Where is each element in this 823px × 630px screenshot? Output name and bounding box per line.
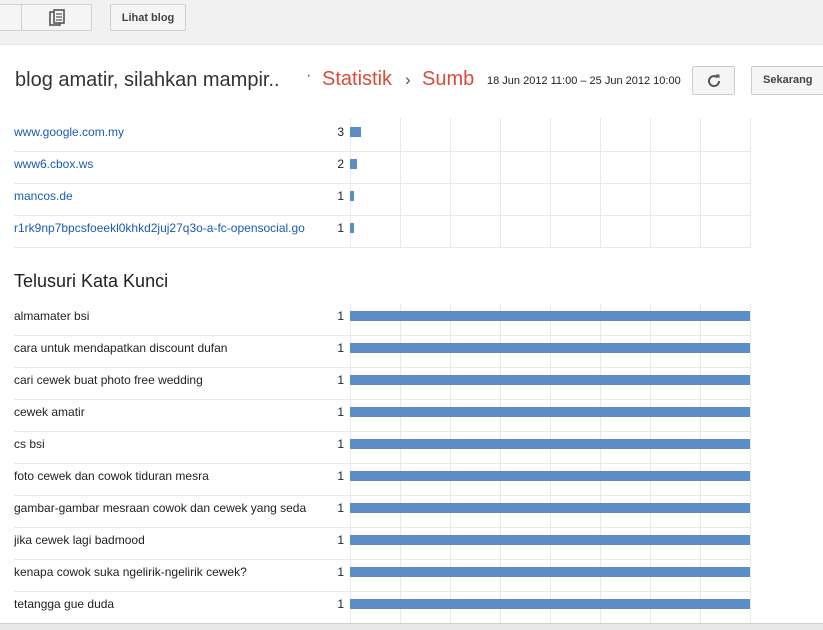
referrer-bar: [350, 223, 354, 233]
keyword-bar: [350, 343, 750, 353]
posts-button[interactable]: [21, 4, 92, 31]
keyword-bar: [350, 439, 750, 449]
breadcrumb-sumber: Sumb: [422, 68, 475, 90]
referrer-count: 1: [337, 221, 344, 235]
referrer-label[interactable]: r1rk9np7bpcsfoeekl0khkd2juj27q3o-a-fc-op…: [14, 221, 324, 235]
referrer-count: 1: [337, 189, 344, 203]
keyword-row: kenapa cowok suka ngelirik-ngelirik cewe…: [14, 560, 750, 592]
keyword-count: 1: [337, 373, 344, 387]
blog-title[interactable]: blog amatir, silahkan mampir..: [15, 69, 280, 92]
keyword-count: 1: [337, 437, 344, 451]
keyword-bar: [350, 535, 750, 545]
keyword-row: cari cewek buat photo free wedding 1: [14, 368, 750, 400]
referrer-bar: [350, 159, 357, 169]
keyword-label: cs bsi: [14, 437, 45, 451]
keyword-row: jika cewek lagi badmood 1: [14, 528, 750, 560]
refresh-icon: [707, 74, 720, 87]
keyword-row: almamater bsi 1: [14, 304, 750, 336]
referrer-row: www6.cbox.ws 2: [14, 152, 750, 184]
page-header: blog amatir, silahkan mampir.. · Statist…: [0, 45, 823, 117]
copy-pages-icon: [48, 8, 65, 26]
keyword-count: 1: [337, 309, 344, 323]
referrer-row: www.google.com.my 3: [14, 120, 750, 152]
referrer-count: 2: [337, 157, 344, 171]
referrer-bar: [350, 127, 361, 137]
keyword-label: tetangga gue duda: [14, 597, 115, 611]
keyword-label: kenapa cowok suka ngelirik-ngelirik cewe…: [14, 565, 247, 579]
now-button[interactable]: Sekarang: [751, 66, 823, 95]
keyword-label: gambar-gambar mesraan cowok dan cewek ya…: [14, 501, 307, 515]
top-toolbar: Lihat blog: [0, 0, 823, 45]
keyword-bar: [350, 375, 750, 385]
keyword-label: jika cewek lagi badmood: [14, 533, 145, 547]
keyword-bar: [350, 503, 750, 513]
referrer-label[interactable]: www6.cbox.ws: [14, 157, 324, 171]
breadcrumb-statistik[interactable]: Statistik: [322, 68, 392, 91]
referrer-label[interactable]: mancos.de: [14, 189, 324, 203]
referrer-row: mancos.de 1: [14, 184, 750, 216]
keyword-row: gambar-gambar mesraan cowok dan cewek ya…: [14, 496, 750, 528]
keyword-row: cewek amatir 1: [14, 400, 750, 432]
refresh-button[interactable]: [692, 66, 735, 95]
keyword-row: cara untuk mendapatkan discount dufan 1: [14, 336, 750, 368]
keyword-count: 1: [337, 533, 344, 547]
grid-line: [750, 304, 751, 629]
stats-content: www.google.com.my 3 www6.cbox.ws 2 mancos.de…: [0, 118, 823, 629]
keywords-section-title: Telusuri Kata Kunci: [14, 271, 169, 291]
keyword-label: foto cewek dan cowok tiduran mesra: [14, 469, 209, 483]
keyword-bar: [350, 311, 750, 321]
keyword-bar: [350, 567, 750, 577]
keyword-count: 1: [337, 469, 344, 483]
keyword-count: 1: [337, 597, 344, 611]
referrer-bar: [350, 191, 354, 201]
keyword-label: cara untuk mendapatkan discount dufan: [14, 341, 228, 355]
referrer-row: r1rk9np7bpcsfoeekl0khkd2juj27q3o-a-fc-op…: [14, 216, 750, 248]
grid-line: [750, 118, 751, 248]
keyword-bar: [350, 407, 750, 417]
referrer-count: 3: [337, 125, 344, 139]
keyword-row: foto cewek dan cowok tiduran mesra 1: [14, 464, 750, 496]
keyword-count: 1: [337, 341, 344, 355]
keyword-count: 1: [337, 501, 344, 515]
keyword-count: 1: [337, 405, 344, 419]
keyword-row: cs bsi 1: [14, 432, 750, 464]
breadcrumb-arrow: ›: [405, 70, 411, 89]
keyword-label: cewek amatir: [14, 405, 85, 419]
keyword-bar: [350, 471, 750, 481]
referrer-label[interactable]: www.google.com.my: [14, 125, 324, 139]
keyword-label: cari cewek buat photo free wedding: [14, 373, 203, 387]
title-separator: ·: [306, 67, 312, 84]
keyword-count: 1: [337, 565, 344, 579]
keyword-label: almamater bsi: [14, 309, 90, 323]
keyword-row: tetangga gue duda 1: [14, 592, 750, 624]
date-range: 18 Jun 2012 11:00 – 25 Jun 2012 10:00: [487, 75, 681, 87]
view-blog-button[interactable]: Lihat blog: [110, 4, 186, 31]
keyword-bar: [350, 599, 750, 609]
